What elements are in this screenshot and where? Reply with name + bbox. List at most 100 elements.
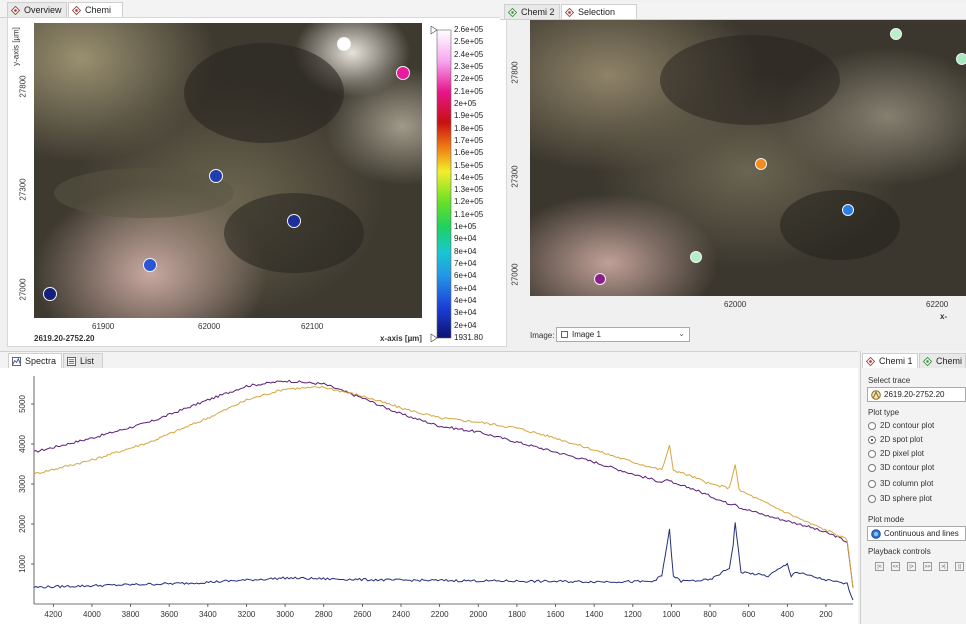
image-label: Image:: [530, 331, 555, 340]
x-tick-label: 1600: [547, 610, 565, 619]
tab-chemi-1[interactable]: Chemi 1: [68, 2, 123, 30]
colorbar-label: 1.4e+05: [454, 172, 484, 182]
left-y-tick: 27000: [18, 278, 28, 301]
playback-forward-button[interactable]: >>: [923, 562, 932, 571]
playback-last-button[interactable]: >|: [939, 562, 948, 571]
tab-side-chemi-1[interactable]: Chemi 1: [862, 353, 918, 368]
chemi-diamond-icon: [72, 6, 81, 15]
measurement-spot[interactable]: [395, 66, 410, 81]
x-tick-label: 2800: [315, 610, 333, 619]
radio-3d-contour[interactable]: 3D contour plot: [868, 461, 934, 475]
radio-2d-pixel[interactable]: 2D pixel plot: [868, 447, 924, 461]
x-tick-label: 3800: [122, 610, 140, 619]
right-y-tick: 27000: [510, 263, 520, 286]
radio-3d-sphere[interactable]: 3D sphere plot: [868, 492, 932, 506]
plot-mode-select[interactable]: Continuous and lines: [867, 526, 966, 541]
colorbar-label: 4e+04: [454, 296, 477, 306]
tab-label: Chemi: [936, 356, 963, 366]
measurement-spot[interactable]: [955, 52, 966, 65]
x-tick-label: 200: [819, 610, 833, 619]
y-tick-label: 5000: [18, 395, 27, 413]
colorbar-label: 1e+05: [454, 222, 477, 232]
tab-side-chemi[interactable]: Chemi: [919, 353, 966, 368]
left-x-axis-label: x-axis [µm]: [380, 334, 422, 343]
left-y-tick: 27300: [18, 178, 28, 201]
chemi-green-diamond-icon: [508, 8, 517, 17]
x-tick-label: 3000: [276, 610, 294, 619]
trace-icon: [871, 390, 881, 400]
colorbar-label: 2.6e+05: [454, 25, 484, 34]
tab-label: Chemi 1: [879, 356, 913, 366]
tab-label: Overview: [24, 5, 62, 15]
trace-select[interactable]: 2619.20-2752.20: [867, 387, 966, 402]
measurement-spot[interactable]: [890, 27, 903, 40]
colorbar-label: 1.8e+05: [454, 123, 484, 133]
colorbar-label: 1.3e+05: [454, 185, 484, 195]
x-tick-label: 400: [781, 610, 795, 619]
tab-label: Chemi 2: [521, 7, 555, 17]
playback-pause-button[interactable]: ||: [955, 562, 964, 571]
left-x-tick: 62100: [301, 322, 324, 331]
colorbar-label: 2.2e+05: [454, 74, 484, 84]
playback-play-button[interactable]: |>: [907, 562, 916, 571]
playback-first-button[interactable]: |<: [875, 562, 884, 571]
list-icon: [67, 357, 76, 366]
select-trace-label: Select trace: [868, 376, 911, 385]
spectra-chart[interactable]: 1000 2000 3000 4000 5000 4200 4000 3800 3600 3400…: [0, 368, 858, 624]
x-tick-label: 1000: [663, 610, 681, 619]
tab-chemi-2[interactable]: Chemi 2: [504, 4, 560, 19]
tab-overview[interactable]: Overview: [7, 2, 67, 17]
microscope-image-right[interactable]: [530, 20, 966, 296]
tab-label: Spectra: [25, 356, 57, 366]
colorbar-label: 2e+05: [454, 98, 477, 108]
tab-selection-view[interactable]: Selection view: [561, 4, 637, 32]
chemi-diamond-icon: [866, 357, 875, 366]
selection-diamond-icon: [565, 8, 574, 17]
image-select[interactable]: Image 1 ⌄: [556, 327, 690, 342]
radio-2d-contour[interactable]: 2D contour plot: [868, 419, 934, 433]
colorbar-label: 9e+04: [454, 234, 477, 244]
measurement-spot[interactable]: [42, 287, 57, 302]
plot-mode-value: Continuous and lines: [884, 529, 959, 538]
colorbar-label: 2.3e+05: [454, 61, 484, 71]
radio-dot-selected: [868, 436, 876, 444]
colorbar-label: 2.1e+05: [454, 86, 484, 96]
radio-dot: [868, 464, 876, 472]
image-small-icon: [561, 331, 568, 338]
right-x-tick: 62000: [724, 300, 747, 309]
tab-spectra[interactable]: Spectra: [8, 353, 62, 368]
trace-value: 2619.20-2752.20: [884, 390, 945, 399]
x-tick-label: 3600: [160, 610, 178, 619]
colorbar-label: 1.1e+05: [454, 209, 484, 219]
x-tick-label: 2000: [469, 610, 487, 619]
colorbar-label: 3e+04: [454, 308, 477, 318]
plot-mode-icon: [871, 529, 881, 539]
measurement-spot[interactable]: [337, 36, 352, 51]
tab-list[interactable]: List: [63, 353, 103, 368]
left-corner-label: 2619.20-2752.20: [34, 334, 95, 343]
microscope-image-left[interactable]: [34, 23, 422, 318]
right-x-axis-label: x-: [940, 312, 948, 321]
plot-mode-label: Plot mode: [868, 515, 905, 524]
playback-rewind-button[interactable]: <<: [891, 562, 900, 571]
radio-dot: [868, 450, 876, 458]
plot-type-label: Plot type: [868, 408, 900, 417]
right-y-tick: 27300: [510, 165, 520, 188]
measurement-spot[interactable]: [755, 157, 768, 170]
x-tick-label: 3400: [199, 610, 217, 619]
radio-2d-spot[interactable]: 2D spot plot: [868, 433, 923, 447]
radio-3d-column[interactable]: 3D column plot: [868, 477, 933, 491]
x-tick-label: 3200: [238, 610, 256, 619]
colorbar-label: 1.7e+05: [454, 135, 484, 145]
x-tick-label: 600: [742, 610, 756, 619]
radio-dot: [868, 495, 876, 503]
x-tick-label: 2600: [353, 610, 371, 619]
measurement-spot[interactable]: [286, 213, 301, 228]
colorbar-label: 2.4e+05: [454, 49, 484, 59]
colorbar-label: 1.9e+05: [454, 111, 484, 121]
microscope-texture: [34, 23, 422, 318]
colorbar-label: 1.2e+05: [454, 197, 484, 207]
playback-controls-label: Playback controls: [868, 547, 931, 556]
measurement-spot[interactable]: [689, 251, 702, 264]
spectrum-series-line: [33, 522, 854, 601]
